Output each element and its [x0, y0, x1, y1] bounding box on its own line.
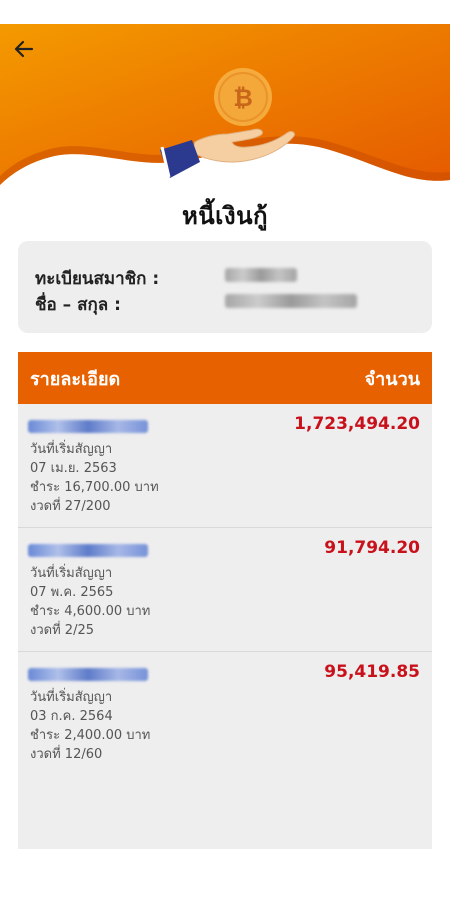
member-id-label: ทะเบียนสมาชิก :: [35, 269, 160, 289]
loan-name-redacted: [28, 420, 148, 433]
contract-start-label: วันที่เริ่มสัญญา: [30, 690, 113, 705]
contract-start-date: 07 พ.ค. 2565: [30, 585, 114, 600]
loan-table: รายละเอียด จำนวน 1,723,494.20 วันที่เริ่…: [18, 352, 432, 849]
page-title: หนี้เงินกู้: [181, 202, 269, 230]
loan-name-redacted: [28, 668, 148, 681]
header-wave-background: ₿: [0, 24, 450, 185]
loan-name-redacted: [28, 544, 148, 557]
installment-progress: งวดที่ 2/25: [30, 623, 94, 638]
payment-amount: ชำระ 2,400.00 บาท: [30, 728, 151, 743]
loan-amount: 1,723,494.20: [294, 414, 420, 434]
header-banner: ₿: [0, 0, 450, 200]
loan-list-item[interactable]: 1,723,494.20 วันที่เริ่มสัญญา 07 เม.ย. 2…: [18, 404, 432, 528]
bitcoin-coin-icon: ₿: [214, 68, 272, 126]
member-id-value-redacted: [225, 268, 297, 282]
member-name-value-redacted: [225, 294, 357, 308]
loan-amount: 91,794.20: [324, 538, 420, 558]
back-button[interactable]: [14, 40, 48, 70]
contract-start-date: 07 เม.ย. 2563: [30, 461, 117, 476]
contract-start-label: วันที่เริ่มสัญญา: [30, 442, 113, 457]
payment-amount: ชำระ 16,700.00 บาท: [30, 480, 159, 495]
loan-amount: 95,419.85: [324, 662, 420, 682]
contract-start-label: วันที่เริ่มสัญญา: [30, 566, 113, 581]
loan-list-item[interactable]: 91,794.20 วันที่เริ่มสัญญา 07 พ.ค. 2565 …: [18, 528, 432, 652]
amount-column-header: จำนวน: [364, 368, 420, 390]
svg-text:₿: ₿: [233, 84, 253, 112]
loan-table-header: รายละเอียด จำนวน: [18, 352, 432, 404]
member-info-card: ทะเบียนสมาชิก : ชื่อ – สกุล :: [18, 241, 432, 333]
contract-start-date: 03 ก.ค. 2564: [30, 709, 113, 724]
member-name-label: ชื่อ – สกุล :: [35, 295, 121, 315]
payment-amount: ชำระ 4,600.00 บาท: [30, 604, 151, 619]
back-arrow-icon: [14, 40, 34, 58]
loan-list-item[interactable]: 95,419.85 วันที่เริ่มสัญญา 03 ก.ค. 2564 …: [18, 652, 432, 776]
detail-column-header: รายละเอียด: [30, 368, 121, 390]
installment-progress: งวดที่ 12/60: [30, 747, 103, 762]
installment-progress: งวดที่ 27/200: [30, 499, 111, 514]
